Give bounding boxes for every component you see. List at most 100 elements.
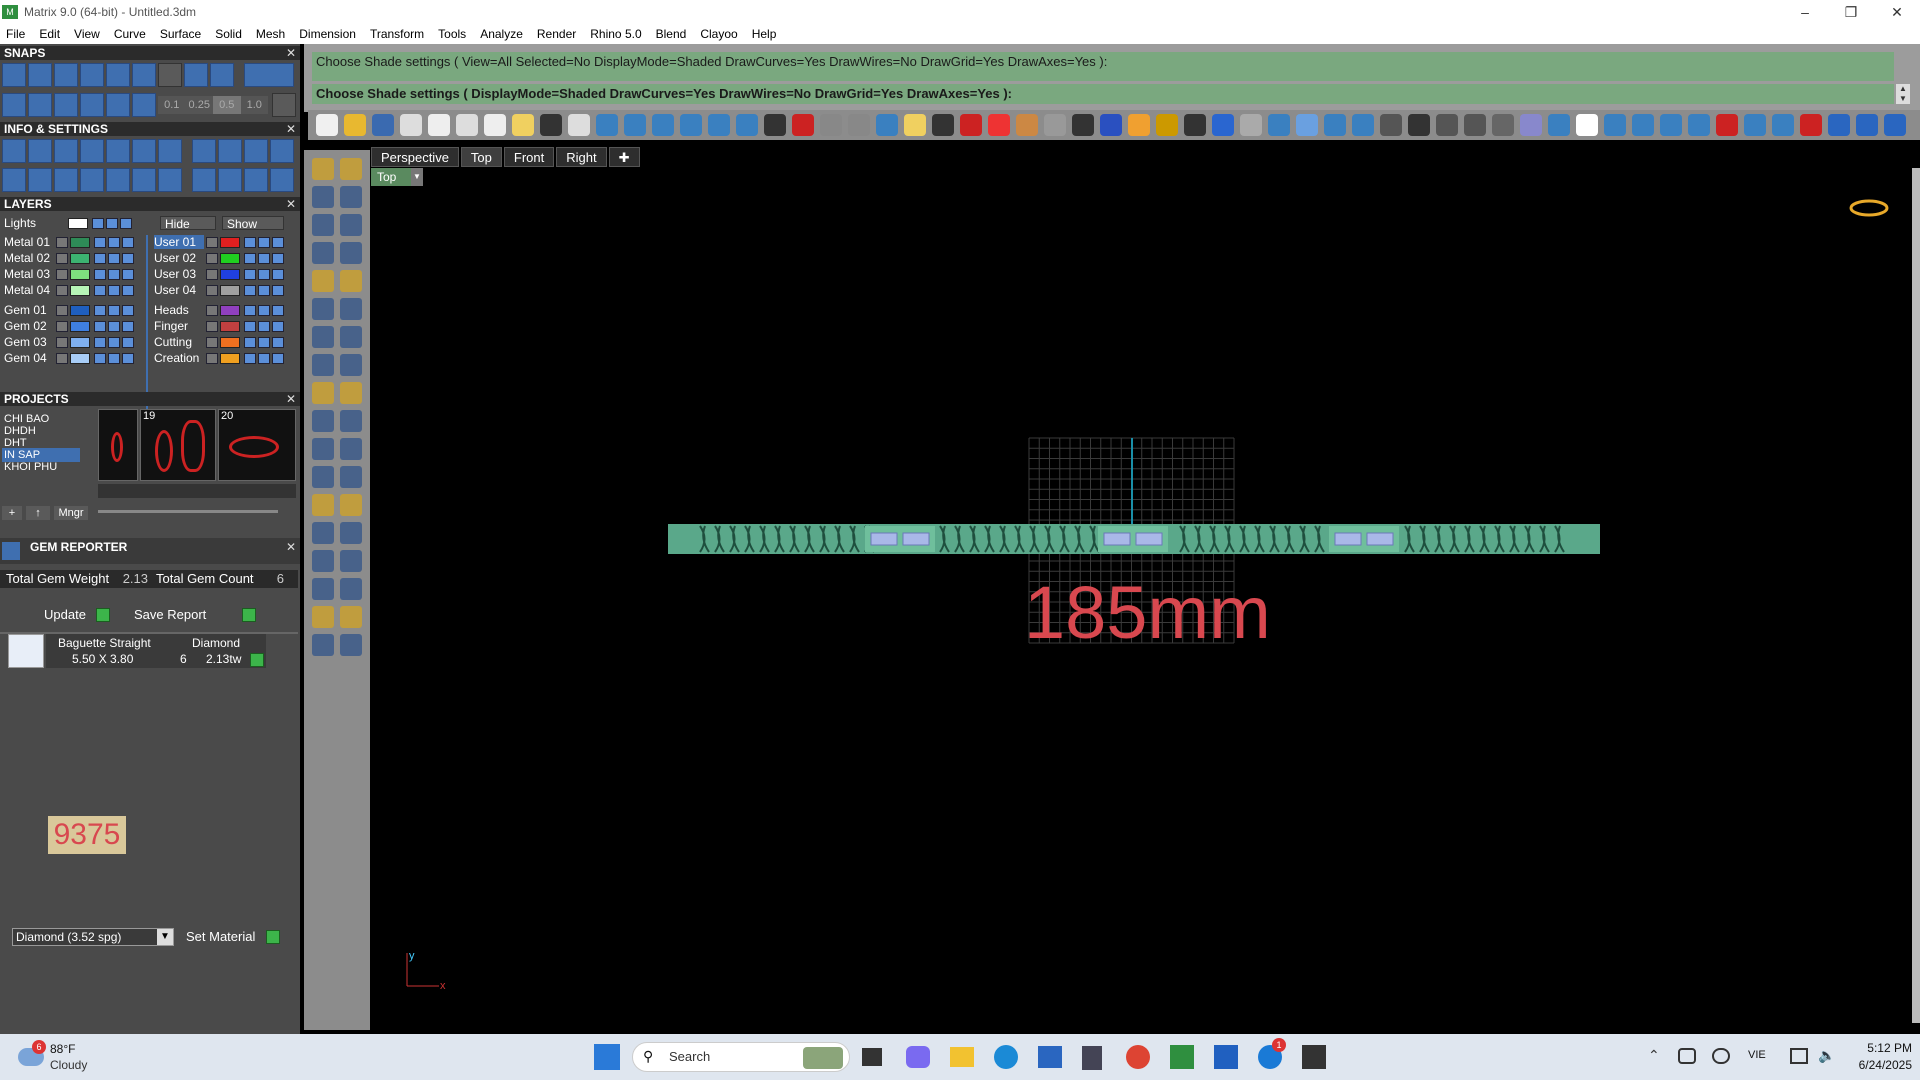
layer-lock-icon[interactable] [94, 285, 106, 296]
right-layer-row[interactable]: User 04 [150, 283, 296, 297]
toolbar-tool-icon[interactable] [1044, 114, 1066, 136]
check-icon[interactable] [132, 168, 156, 192]
lights-visible-icon[interactable] [106, 218, 118, 229]
snap-tan-icon[interactable] [184, 63, 208, 87]
menu-curve[interactable]: Curve [114, 27, 146, 41]
command-prompt[interactable]: Choose Shade settings ( DisplayMode=Shad… [312, 84, 1894, 104]
snap-value-3[interactable]: 0.5 [213, 96, 241, 114]
layer-color-swatch[interactable] [70, 285, 90, 296]
layer-lock-icon[interactable] [244, 269, 256, 280]
layer-lock-icon[interactable] [94, 337, 106, 348]
toolbar-tool-icon[interactable] [1772, 114, 1794, 136]
zoom-icon[interactable] [28, 139, 52, 163]
toolbar-tool-icon[interactable] [848, 114, 870, 136]
lights-select-icon[interactable] [120, 218, 132, 229]
side-tool-icon[interactable] [312, 578, 334, 600]
toolbar-tool-icon[interactable] [820, 114, 842, 136]
save-report-button[interactable]: Save Report [134, 606, 206, 624]
file-explorer-icon[interactable] [950, 1047, 974, 1067]
add-project-button[interactable]: + [2, 506, 22, 520]
snap-step-icon[interactable] [132, 93, 156, 117]
toolbar-tool-icon[interactable] [1100, 114, 1122, 136]
menu-render[interactable]: Render [537, 27, 576, 41]
left-layer-row[interactable]: Metal 03 [0, 267, 146, 281]
side-tool-icon[interactable] [312, 550, 334, 572]
layer-select-icon[interactable] [122, 305, 134, 316]
layer-color-swatch[interactable] [70, 269, 90, 280]
layer-lock-icon[interactable] [94, 269, 106, 280]
toolbar-tool-icon[interactable] [1268, 114, 1290, 136]
toolbar-tool-icon[interactable] [316, 114, 338, 136]
toolbar-tool-icon[interactable] [1240, 114, 1262, 136]
layer-color-swatch[interactable] [70, 321, 90, 332]
left-layer-row[interactable]: Gem 03 [0, 335, 146, 349]
menu-help[interactable]: Help [752, 27, 777, 41]
toolbar-tool-icon[interactable] [764, 114, 786, 136]
lights-row[interactable]: Lights Hide Show [0, 216, 300, 231]
minimize-button[interactable]: – [1782, 4, 1828, 21]
layer-arrow-icon[interactable] [56, 285, 68, 296]
tool-d-icon[interactable] [270, 139, 294, 163]
layer-select-icon[interactable] [122, 237, 134, 248]
toolbar-tool-icon[interactable] [1128, 114, 1150, 136]
edit-icon[interactable] [132, 139, 156, 163]
side-tool-icon[interactable] [340, 634, 362, 656]
close-icon[interactable]: ✕ [286, 197, 296, 211]
side-tool-icon[interactable] [312, 410, 334, 432]
toolbar-tool-icon[interactable] [1604, 114, 1626, 136]
copilot-icon[interactable] [906, 1046, 930, 1068]
toolbar-tool-icon[interactable] [624, 114, 646, 136]
toolbar-tool-icon[interactable] [652, 114, 674, 136]
layer-select-icon[interactable] [272, 269, 284, 280]
menu-clayoo[interactable]: Clayoo [700, 27, 737, 41]
side-tool-icon[interactable] [340, 242, 362, 264]
save-go-icon[interactable] [242, 608, 256, 622]
toolbar-tool-icon[interactable] [736, 114, 758, 136]
toolbar-tool-icon[interactable] [1744, 114, 1766, 136]
restore-button[interactable]: ❐ [1828, 4, 1874, 21]
layer-arrow-icon[interactable] [206, 321, 218, 332]
toolbar-tool-icon[interactable] [680, 114, 702, 136]
right-layer-row[interactable]: Heads [150, 303, 296, 317]
toolbar-tool-icon[interactable] [1184, 114, 1206, 136]
tab-top[interactable]: Top [460, 147, 502, 167]
toolbar-tool-icon[interactable] [1856, 114, 1878, 136]
close-icon[interactable]: ✕ [286, 392, 296, 406]
right-layer-row[interactable]: User 01 [150, 235, 296, 249]
left-layer-row[interactable]: Metal 04 [0, 283, 146, 297]
close-icon[interactable]: ✕ [286, 540, 296, 554]
set-material-go-icon[interactable] [266, 930, 280, 944]
side-tool-icon[interactable] [312, 382, 334, 404]
toolbar-tool-icon[interactable] [456, 114, 478, 136]
set-material-button[interactable]: Set Material [186, 928, 255, 946]
layer-arrow-icon[interactable] [206, 353, 218, 364]
gem-row-go-icon[interactable] [250, 653, 264, 667]
menu-rhino[interactable]: Rhino 5.0 [590, 27, 641, 41]
snap-end-icon[interactable] [54, 63, 78, 87]
close-button[interactable]: ✕ [1874, 4, 1920, 21]
side-tool-icon[interactable] [312, 438, 334, 460]
toolbar-tool-icon[interactable] [596, 114, 618, 136]
layer-lock-icon[interactable] [244, 353, 256, 364]
side-tool-icon[interactable] [340, 578, 362, 600]
layer-color-swatch[interactable] [70, 353, 90, 364]
side-tool-icon[interactable] [312, 270, 334, 292]
chevron-up-icon[interactable]: ⌃ [1648, 1047, 1660, 1064]
snap-quad-icon[interactable] [132, 63, 156, 87]
snap-mid-icon[interactable] [80, 63, 104, 87]
menu-transform[interactable]: Transform [370, 27, 424, 41]
layer-arrow-icon[interactable] [56, 353, 68, 364]
toolbar-tool-icon[interactable] [1156, 114, 1178, 136]
snap-ortho-icon[interactable] [244, 63, 294, 87]
layer-color-swatch[interactable] [220, 237, 240, 248]
store-icon[interactable] [1038, 1046, 1062, 1068]
side-tool-icon[interactable] [340, 298, 362, 320]
layer-select-icon[interactable] [122, 285, 134, 296]
layer-visible-icon[interactable] [108, 321, 120, 332]
toolbar-tool-icon[interactable] [1688, 114, 1710, 136]
side-tool-icon[interactable] [312, 466, 334, 488]
side-tool-icon[interactable] [312, 242, 334, 264]
chrome-icon[interactable] [1126, 1045, 1150, 1069]
toolbar-tool-icon[interactable] [1576, 114, 1598, 136]
snap-curve-icon[interactable] [28, 63, 52, 87]
